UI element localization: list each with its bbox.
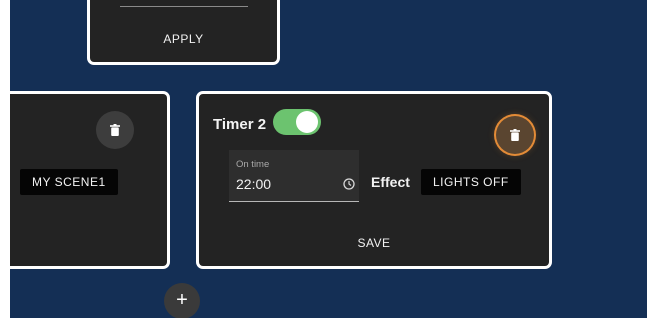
timer-card-2: Timer 2 On time 22:00 Effect LIGHTS OFF …	[196, 91, 552, 269]
on-time-label: On time	[236, 159, 270, 170]
trash-icon	[510, 129, 520, 141]
scene-select-button[interactable]: MY SCENE1	[20, 169, 118, 195]
toggle-knob	[296, 111, 318, 133]
page-edge-bottom	[10, 318, 655, 323]
effect-select-button[interactable]: LIGHTS OFF	[421, 169, 521, 195]
effect-label: Effect	[371, 174, 410, 190]
app-background: APPLY t MY SCENE1 Timer 2 On time 22:0	[10, 0, 655, 323]
timer-title: Timer 2	[213, 116, 267, 133]
delete-timer-2-button[interactable]	[496, 116, 534, 154]
apply-button[interactable]: APPLY	[90, 28, 277, 50]
delete-timer-1-button[interactable]	[96, 111, 134, 149]
timer-enable-toggle[interactable]	[273, 109, 321, 135]
scene-card-top: APPLY	[87, 0, 280, 65]
input-underline	[120, 6, 248, 7]
clock-icon[interactable]	[343, 178, 355, 190]
add-timer-button[interactable]: +	[164, 283, 200, 319]
timer-card-1: t MY SCENE1	[10, 91, 170, 269]
trash-icon	[110, 124, 120, 136]
on-time-value: 22:00	[236, 176, 272, 192]
save-button[interactable]: SAVE	[199, 232, 549, 254]
on-time-field[interactable]: On time 22:00	[229, 150, 359, 202]
page-edge-right	[647, 0, 655, 323]
